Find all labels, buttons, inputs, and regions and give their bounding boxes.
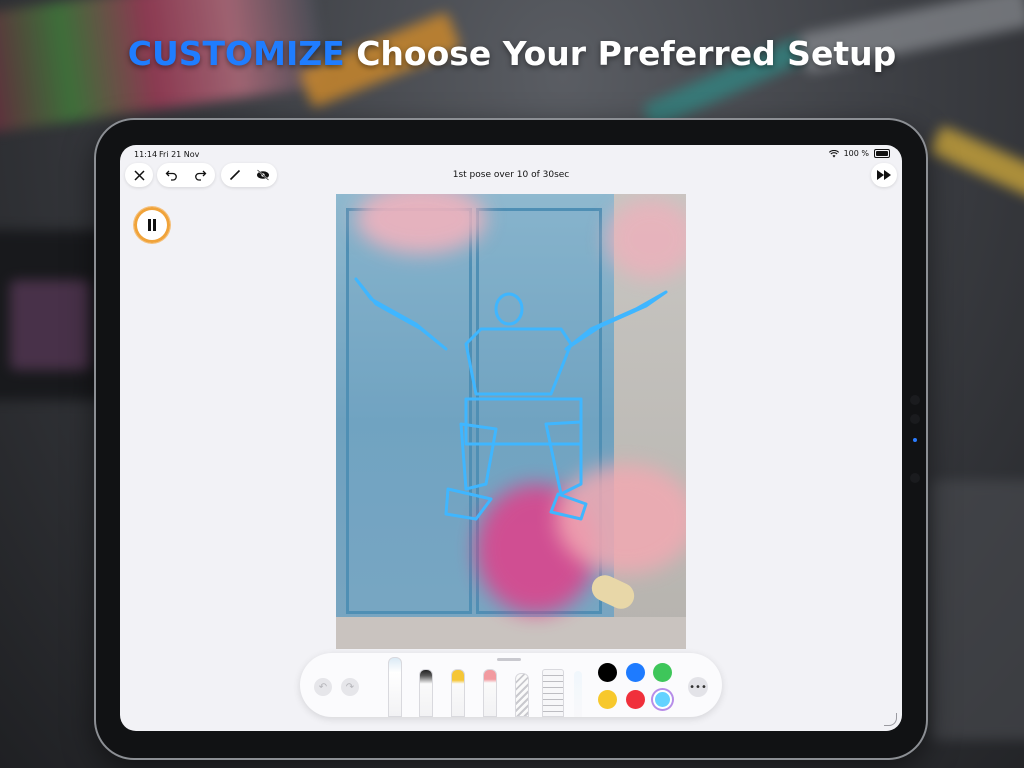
battery-percent: 100 %	[843, 149, 869, 158]
drawing-tools-palette: ↶ ↷ •••	[300, 653, 722, 717]
palette-undo-button[interactable]: ↶	[314, 678, 332, 696]
marker-tool[interactable]	[451, 669, 465, 717]
pen-tool[interactable]	[388, 657, 402, 717]
status-time: 11:14	[134, 150, 158, 159]
ellipsis-icon: •••	[689, 681, 707, 693]
battery-icon	[874, 149, 890, 158]
headline-accent: CUSTOMIZE	[127, 34, 345, 73]
more-button[interactable]: •••	[688, 677, 708, 697]
indicator-dot	[913, 438, 917, 442]
pose-sketch-overlay	[354, 277, 668, 521]
fast-forward-icon	[877, 170, 891, 180]
lasso-tool[interactable]	[515, 673, 529, 717]
ruler-tool[interactable]	[542, 669, 564, 717]
status-bar: 11:14 Fri 21 Nov 100 %	[120, 145, 902, 163]
status-right: 100 %	[828, 149, 890, 158]
fineliner-tool[interactable]	[419, 669, 433, 717]
promo-headline: CUSTOMIZE Choose Your Preferred Setup	[0, 34, 1024, 73]
skip-button[interactable]	[871, 163, 897, 187]
reference-photo	[336, 194, 686, 649]
wifi-icon	[828, 149, 839, 157]
camera-dot	[910, 414, 920, 424]
corner-resize-handle[interactable]	[884, 713, 897, 726]
color-swatch-light-blue-selected[interactable]	[653, 690, 672, 709]
color-swatch-red[interactable]	[626, 690, 645, 709]
desk-object-blur	[930, 480, 1024, 740]
extra-pen-tool[interactable]	[574, 671, 582, 717]
color-swatch-yellow[interactable]	[598, 690, 617, 709]
undo-icon: ↶	[318, 681, 328, 693]
redo-icon: ↷	[345, 681, 355, 693]
book-cover-blur	[10, 280, 90, 370]
color-swatch-blue[interactable]	[626, 663, 645, 682]
eraser-tool[interactable]	[483, 669, 497, 717]
pause-button[interactable]	[134, 207, 170, 243]
color-swatch-black[interactable]	[598, 663, 617, 682]
camera-dot	[910, 395, 920, 405]
color-swatch-green[interactable]	[653, 663, 672, 682]
palette-redo-button[interactable]: ↷	[341, 678, 359, 696]
headline-text: Choose Your Preferred Setup	[356, 34, 897, 73]
pose-title: 1st pose over 10 of 30sec	[452, 170, 570, 180]
palette-grabber[interactable]	[497, 658, 521, 661]
status-date: Fri 21 Nov	[159, 150, 200, 159]
pause-icon	[148, 219, 156, 231]
camera-dot	[910, 473, 920, 483]
pencil-blur	[929, 124, 1024, 206]
app-screen: 11:14 Fri 21 Nov 100 % 1st pose over 10 …	[120, 145, 902, 731]
